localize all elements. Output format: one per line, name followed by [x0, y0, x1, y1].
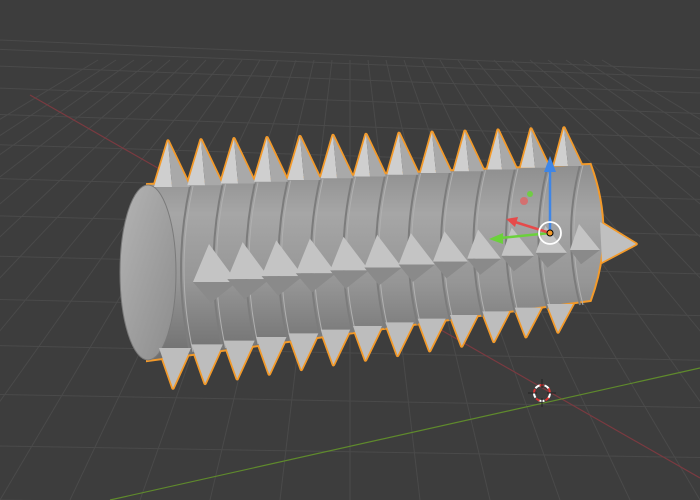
- bottom-spike: [159, 348, 191, 388]
- gizmo-plane-handle-icon[interactable]: [520, 197, 528, 205]
- 3d-cursor-icon[interactable]: [528, 379, 556, 407]
- y-axis-line: [109, 367, 700, 500]
- end-spike: [600, 222, 636, 262]
- gizmo-plane-handle-icon[interactable]: [527, 191, 533, 197]
- bottom-spike: [353, 326, 382, 360]
- bottom-spike: [320, 329, 351, 365]
- bottom-spike: [223, 340, 255, 379]
- object-origin-icon[interactable]: [546, 229, 554, 237]
- viewport-canvas[interactable]: [0, 0, 700, 500]
- bottom-spike: [191, 344, 223, 384]
- grid-line: [0, 59, 117, 137]
- cylinder-end-cap: [119, 184, 177, 361]
- bottom-spike: [256, 337, 287, 374]
- 3d-viewport[interactable]: [0, 0, 700, 500]
- grid-line: [583, 59, 700, 137]
